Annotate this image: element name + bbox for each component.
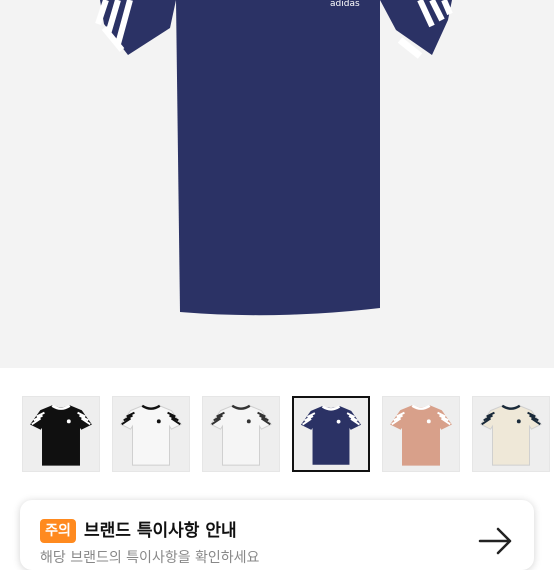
tshirt-thumbnail-image (300, 405, 362, 465)
caution-badge: 주의 (40, 519, 76, 543)
brand-notice-card[interactable]: 주의 브랜드 특이사항 안내 해당 브랜드의 특이사항을 확인하세요 (20, 500, 534, 570)
tshirt-thumbnail-image (210, 404, 272, 466)
tshirt-body (176, 0, 380, 316)
thumbnail-gallery (0, 368, 554, 496)
product-main-image: adidas (0, 0, 554, 368)
tshirt-thumbnail-image (120, 404, 182, 466)
tshirt-image: adidas (95, 0, 453, 316)
tshirt-thumbnail-image (30, 404, 92, 466)
thumbnail-navy[interactable] (292, 396, 370, 472)
notice-title: 브랜드 특이사항 안내 (84, 521, 237, 541)
tshirt-thumbnail-image (390, 404, 452, 466)
thumbnail-cream[interactable] (472, 396, 550, 472)
arrow-right-icon[interactable] (478, 526, 514, 556)
thumbnail-white[interactable] (202, 396, 280, 472)
notice-subtitle: 해당 브랜드의 특이사항을 확인하세요 (40, 550, 260, 566)
tshirt-thumbnail-image (480, 404, 542, 466)
brand-logo: adidas (330, 0, 360, 9)
thumbnail-peach[interactable] (382, 396, 460, 472)
thumbnail-white[interactable] (112, 396, 190, 472)
thumbnail-black[interactable] (22, 396, 100, 472)
